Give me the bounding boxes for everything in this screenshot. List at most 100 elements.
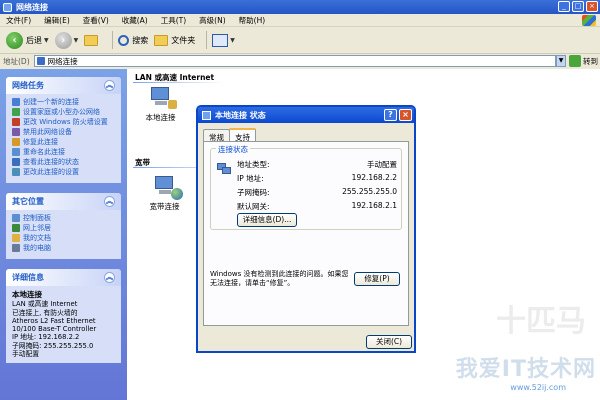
menu-help[interactable]: 帮助(H) <box>239 15 266 26</box>
watermark-brand: 我爱IT技术网 <box>455 357 596 382</box>
other-place-item-label: 我的电脑 <box>23 244 51 252</box>
network-task-item[interactable]: 设置家庭或小型办公网络 <box>12 108 117 116</box>
network-task-item[interactable]: 更改 Windows 防火墙设置 <box>12 118 117 126</box>
diagnose-message: Windows 没有检测到此连接的问题。如果您无法连接，请单击“修复”。 <box>210 270 349 287</box>
connection-status-legend: 连接状态 <box>216 144 250 155</box>
ip-address-row: IP 地址: 192.168.2.2 <box>237 173 397 184</box>
network-task-item-icon <box>12 168 20 176</box>
network-task-item-icon <box>12 138 20 146</box>
subnet-mask-row: 子网掩码: 255.255.255.0 <box>237 187 397 198</box>
dialog-close-bottom-button[interactable]: 关闭(C) <box>366 335 412 349</box>
details-connection-name: 本地连接 <box>12 290 42 299</box>
back-button[interactable]: ‹ 后退 ▼ <box>6 31 49 49</box>
go-arrow-icon[interactable] <box>569 55 581 67</box>
network-task-item[interactable]: 创建一个新的连接 <box>12 98 117 106</box>
local-connection-item[interactable]: 本地连接 <box>133 87 188 123</box>
subnet-mask-value: 255.255.255.0 <box>342 187 397 196</box>
views-button[interactable]: ▼ <box>212 33 235 47</box>
task-pane: 网络任务 ︽ 创建一个新的连接设置家庭或小型办公网络更改 Windows 防火墙… <box>0 69 127 400</box>
close-button[interactable]: × <box>586 1 598 12</box>
go-button[interactable]: 转到 <box>583 56 598 67</box>
views-icon <box>212 33 229 47</box>
watermark: 我爱IT技术网 www.52ij.com <box>456 351 596 392</box>
address-input[interactable]: 网络连接 <box>33 55 556 67</box>
lan-connection-icon <box>149 87 177 109</box>
other-place-item[interactable]: 我的文档 <box>12 234 117 242</box>
broadband-connection-item[interactable]: 宽带连接 <box>137 176 192 212</box>
broadband-connection-label: 宽带连接 <box>149 202 180 211</box>
network-task-item-label: 修复此连接 <box>23 138 58 146</box>
details-line: LAN 或高速 Internet <box>12 300 78 309</box>
network-task-item-label: 查看此连接的状态 <box>23 158 79 166</box>
menu-file[interactable]: 文件(F) <box>6 15 31 26</box>
folders-label: 文件夹 <box>171 35 196 45</box>
up-folder-button[interactable] <box>84 34 101 46</box>
network-folder-icon <box>3 2 12 12</box>
network-task-item-icon <box>12 98 20 106</box>
minimize-button[interactable]: _ <box>558 1 570 12</box>
toolbar-divider <box>112 31 114 49</box>
collapse-chevron-icon[interactable]: ︽ <box>104 80 115 91</box>
search-button[interactable]: 搜索 <box>118 34 148 46</box>
network-task-item-label: 创建一个新的连接 <box>23 98 79 106</box>
other-place-item[interactable]: 网上邻居 <box>12 224 117 232</box>
network-task-item[interactable]: 修复此连接 <box>12 138 117 146</box>
folders-button[interactable]: 文件夹 <box>154 34 196 46</box>
other-place-item-icon <box>12 244 20 252</box>
other-place-item[interactable]: 我的电脑 <box>12 244 117 252</box>
dialog-title: 本地连接 状态 <box>215 110 266 120</box>
search-icon <box>118 34 130 46</box>
collapse-chevron-icon[interactable]: ︽ <box>104 196 115 207</box>
other-place-item-icon <box>12 224 20 232</box>
details-line: 子网掩码: 255.255.255.0 <box>12 341 94 350</box>
local-connection-label: 本地连接 <box>145 113 176 122</box>
dialog-title-bar[interactable]: 本地连接 状态 ? × <box>198 107 414 123</box>
network-connection-icon <box>202 110 211 120</box>
other-places-panel: 其它位置 ︽ 控制面板网上邻居我的文档我的电脑 <box>6 193 121 259</box>
other-place-item-label: 网上邻居 <box>23 224 51 232</box>
address-type-label: 地址类型: <box>237 160 270 169</box>
address-value: 网络连接 <box>47 56 78 66</box>
network-task-item[interactable]: 查看此连接的状态 <box>12 158 117 166</box>
other-place-item[interactable]: 控制面板 <box>12 214 117 222</box>
menu-tools[interactable]: 工具(T) <box>161 15 186 26</box>
back-dropdown-icon[interactable]: ▼ <box>44 37 49 44</box>
default-gateway-label: 默认网关: <box>237 202 270 211</box>
network-task-item-icon <box>12 128 20 136</box>
details-line: Atheros L2 Fast Ethernet <box>12 316 96 325</box>
address-dropdown-icon[interactable]: ▼ <box>556 55 566 67</box>
forward-button[interactable]: › ▼ <box>54 31 79 49</box>
menu-view[interactable]: 查看(V) <box>83 15 109 26</box>
forward-dropdown-icon[interactable]: ▼ <box>74 37 79 44</box>
other-place-item-label: 我的文档 <box>23 234 51 242</box>
address-bar: 地址(D) 网络连接 ▼ 转到 <box>0 54 600 68</box>
network-tasks-panel: 网络任务 ︽ 创建一个新的连接设置家庭或小型办公网络更改 Windows 防火墙… <box>6 77 121 183</box>
network-task-item-label: 设置家庭或小型办公网络 <box>23 108 100 116</box>
address-type-value: 手动配置 <box>367 160 397 169</box>
network-task-item[interactable]: 禁用此网络设备 <box>12 128 117 136</box>
dialog-help-button[interactable]: ? <box>384 109 397 121</box>
repair-button[interactable]: 修复(P) <box>354 272 400 286</box>
details-button[interactable]: 详细信息(D)... <box>237 213 297 227</box>
network-task-item-label: 更改此连接的设置 <box>23 168 79 176</box>
network-task-item[interactable]: 更改此连接的设置 <box>12 168 117 176</box>
network-tasks-title: 网络任务 <box>12 81 44 90</box>
menu-advanced[interactable]: 高级(N) <box>199 15 225 26</box>
dialog-close-button[interactable]: × <box>399 109 412 121</box>
windows-logo-icon <box>582 15 596 26</box>
details-line: 已连接上, 有防火墙的 <box>12 308 78 317</box>
views-dropdown-icon[interactable]: ▼ <box>230 37 235 44</box>
menu-edit[interactable]: 编辑(E) <box>44 15 70 26</box>
menu-favorites[interactable]: 收藏(A) <box>122 15 148 26</box>
forward-arrow-icon: › <box>54 31 72 49</box>
collapse-chevron-icon[interactable]: ︽ <box>104 272 115 283</box>
other-places-header[interactable]: 其它位置 ︽ <box>6 193 121 210</box>
network-task-item-label: 重命名此连接 <box>23 148 65 156</box>
details-header[interactable]: 详细信息 ︽ <box>6 269 121 286</box>
maximize-button[interactable]: □ <box>572 1 584 12</box>
subnet-mask-label: 子网掩码: <box>237 188 270 197</box>
network-tasks-header[interactable]: 网络任务 ︽ <box>6 77 121 94</box>
details-panel: 详细信息 ︽ 本地连接 LAN 或高速 Internet 已连接上, 有防火墙的 A… <box>6 269 121 364</box>
network-task-item[interactable]: 重命名此连接 <box>12 148 117 156</box>
default-gateway-value: 192.168.2.1 <box>351 201 397 210</box>
